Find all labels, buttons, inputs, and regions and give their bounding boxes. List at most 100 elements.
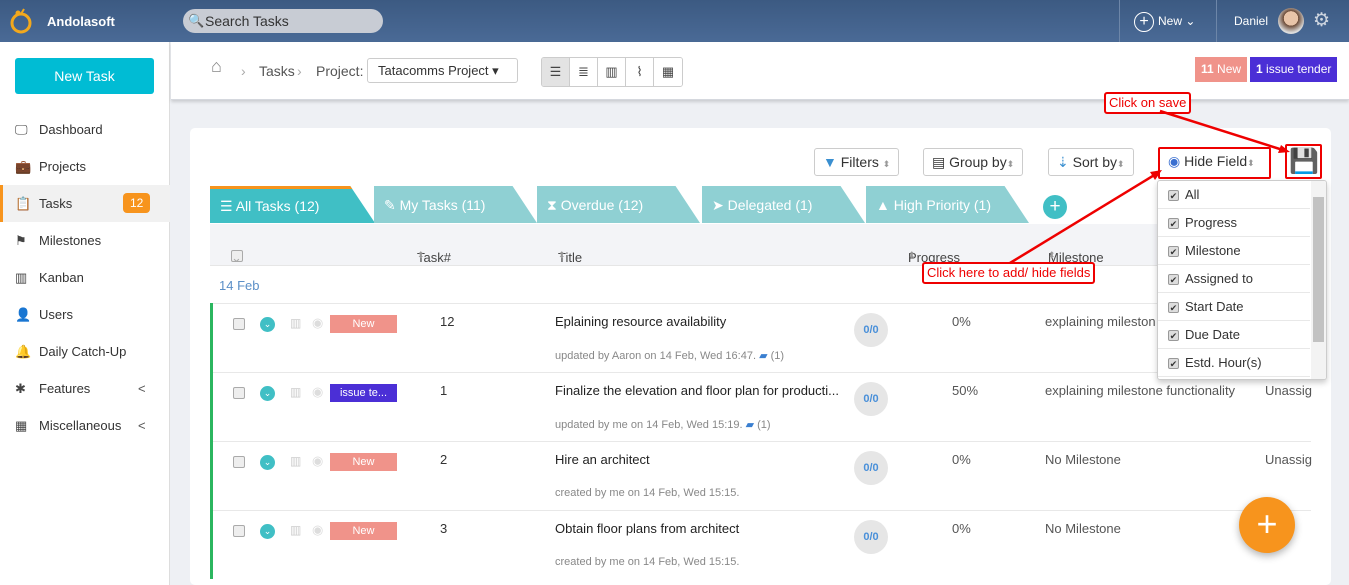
puzzle-icon: ✱ — [15, 380, 26, 396]
user-name[interactable]: Daniel — [1234, 14, 1268, 28]
sidebar-item-label: Dashboard — [39, 122, 103, 137]
hide-field-option[interactable]: ✔ Due Date — [1158, 321, 1310, 349]
row-checkbox[interactable] — [233, 318, 245, 330]
avatar[interactable] — [1278, 8, 1304, 34]
hide-field-option[interactable]: ✔ Assigned to — [1158, 265, 1310, 293]
sidebar-item-label: Tasks — [39, 196, 73, 211]
eye-icon[interactable]: ◉ — [312, 453, 323, 469]
search-input[interactable]: 🔍 Search Tasks — [183, 9, 383, 33]
row-menu-toggle-icon[interactable]: ⌄ — [260, 524, 275, 539]
tab-my-tasks[interactable]: ✎ My Tasks (11) — [374, 186, 537, 223]
task-meta: created by me on 14 Feb, Wed 15:15. — [555, 556, 740, 568]
row-menu-toggle-icon[interactable]: ⌄ — [260, 386, 275, 401]
new-task-button[interactable]: New Task — [15, 58, 154, 94]
status-pill-issue-tender[interactable]: 1 issue tender — [1250, 57, 1338, 82]
task-title[interactable]: Finalize the elevation and floor plan fo… — [555, 383, 839, 398]
calendar-view-icon[interactable]: ▦ — [654, 58, 682, 86]
chart-icon[interactable]: ▥ — [290, 454, 301, 468]
chart-icon[interactable]: ▥ — [290, 316, 301, 330]
chevron-down-icon[interactable]: ⌄ — [231, 250, 242, 266]
task-title[interactable]: Hire an architect — [555, 452, 650, 467]
row-menu-toggle-icon[interactable]: ⌄ — [260, 317, 275, 332]
sidebar-item-label: Milestones — [39, 233, 102, 248]
task-title[interactable]: Obtain floor plans from architect — [555, 521, 739, 536]
breadcrumb-tasks[interactable]: Tasks — [259, 63, 295, 79]
sidebar-item-users[interactable]: 👤 Users — [0, 296, 170, 333]
list-view-icon[interactable]: ☰ — [542, 58, 570, 86]
row-checkbox[interactable] — [233, 525, 245, 537]
view-switcher: ☰ ≣ ▥ ⌇ ▦ — [541, 57, 683, 87]
checkbox-checked-icon[interactable]: ✔ — [1168, 358, 1179, 369]
checkbox-checked-icon[interactable]: ✔ — [1168, 190, 1179, 201]
scrollbar[interactable] — [1311, 181, 1326, 379]
sidebar-item-daily-catch-up[interactable]: 🔔 Daily Catch-Up — [0, 333, 170, 370]
hide-field-option[interactable]: ✔ Milestone — [1158, 237, 1310, 265]
row-menu-toggle-icon[interactable]: ⌄ — [260, 455, 275, 470]
hide-field-option[interactable]: ✔ Start Date — [1158, 293, 1310, 321]
andolasoft-logo-icon[interactable] — [8, 8, 34, 34]
activity-view-icon[interactable]: ⌇ — [626, 58, 654, 86]
task-number: 2 — [440, 452, 448, 467]
table-row[interactable]: ⌄ ▥ ◉ New 12 Eplaining resource availabi… — [213, 303, 1311, 372]
tab-overdue[interactable]: ⧗ Overdue (12) — [537, 186, 700, 223]
hourglass-icon: ⧗ — [547, 197, 557, 213]
sidebar-item-label: Kanban — [39, 270, 84, 285]
hide-field-highlight — [1158, 147, 1271, 179]
task-number: 3 — [440, 521, 448, 536]
checkbox-checked-icon[interactable]: ✔ — [1168, 302, 1179, 313]
new-dropdown[interactable]: + New ⌄ — [1119, 0, 1217, 42]
group-icon: ▤ — [932, 154, 946, 170]
sidebar-item-projects[interactable]: 💼 Projects — [0, 148, 170, 185]
sidebar-item-kanban[interactable]: ▥ Kanban — [0, 259, 170, 296]
sidebar-item-label: Users — [39, 307, 73, 322]
checkbox-checked-icon[interactable]: ✔ — [1168, 330, 1179, 341]
kanban-view-icon[interactable]: ▥ — [598, 58, 626, 86]
task-title[interactable]: Eplaining resource availability — [555, 314, 726, 329]
progress-value: 0% — [952, 521, 971, 536]
home-icon[interactable]: ⌂ — [211, 56, 222, 77]
group-by-button[interactable]: ▤ Group by⬍ — [923, 148, 1024, 176]
filters-button[interactable]: ▼ Filters ⬍ — [814, 148, 900, 176]
sidebar-item-tasks[interactable]: 📋 Tasks 12 — [0, 185, 170, 222]
edit-icon: ✎ — [384, 197, 396, 213]
compact-view-icon[interactable]: ≣ — [570, 58, 598, 86]
eye-icon[interactable]: ◉ — [312, 315, 323, 331]
eye-icon[interactable]: ◉ — [312, 384, 323, 400]
eye-icon[interactable]: ◉ — [312, 522, 323, 538]
table-row[interactable]: ⌄ ▥ ◉ New 2 Hire an architect created by… — [213, 441, 1312, 510]
tab-delegated[interactable]: ➤ Delegated (1) — [702, 186, 865, 223]
row-checkbox[interactable] — [233, 456, 245, 468]
subtask-ratio: 0/0 — [854, 520, 888, 554]
tab-all-tasks[interactable]: ☰ All Tasks (12) — [210, 186, 375, 223]
chart-icon[interactable]: ▥ — [290, 385, 301, 399]
gear-icon[interactable]: ⚙ — [1313, 9, 1330, 32]
priority-icon: ▲ — [876, 197, 890, 213]
sidebar: New Task 🖵 Dashboard 💼 Projects 📋 Tasks 12 ⚑ Mil… — [0, 42, 170, 585]
chart-icon[interactable]: ▥ — [290, 523, 301, 537]
chevron-left-icon[interactable]: < — [138, 381, 146, 396]
add-task-fab[interactable]: + — [1239, 497, 1295, 553]
kanban-icon: ▥ — [15, 269, 28, 285]
hide-field-option[interactable]: ✔ All — [1158, 181, 1310, 209]
chevron-left-icon[interactable]: < — [138, 418, 146, 433]
tab-high-priority[interactable]: ▲ High Priority (1) — [866, 186, 1029, 223]
table-row[interactable]: ⌄ ▥ ◉ New 3 Obtain floor plans from arch… — [213, 510, 1311, 579]
status-pill-new[interactable]: 11 New — [1195, 57, 1248, 82]
hide-field-option[interactable]: ✔ Estd. Hour(s) — [1158, 349, 1310, 377]
checkbox-checked-icon[interactable]: ✔ — [1168, 274, 1179, 285]
hide-field-option[interactable]: ✔ Progress — [1158, 209, 1310, 237]
checkbox-checked-icon[interactable]: ✔ — [1168, 218, 1179, 229]
breadcrumb-separator: › — [297, 63, 302, 79]
project-select[interactable]: Tatacomms Project ▾ — [367, 58, 518, 83]
checkbox-checked-icon[interactable]: ✔ — [1168, 246, 1179, 257]
breadcrumb-separator: › — [241, 63, 246, 79]
sidebar-item-miscellaneous[interactable]: ▦ Miscellaneous < — [0, 407, 170, 444]
row-checkbox[interactable] — [233, 387, 245, 399]
add-tab-button[interactable]: + — [1043, 195, 1067, 219]
table-row[interactable]: ⌄ ▥ ◉ issue te... 1 Finalize the elevati… — [213, 372, 1312, 441]
sidebar-item-features[interactable]: ✱ Features < — [0, 370, 170, 407]
sidebar-item-label: Features — [39, 381, 91, 396]
sidebar-item-dashboard[interactable]: 🖵 Dashboard — [0, 111, 170, 148]
sort-by-button[interactable]: ⇣ Sort by⬍ — [1048, 148, 1134, 176]
sidebar-item-milestones[interactable]: ⚑ Milestones — [0, 222, 170, 259]
